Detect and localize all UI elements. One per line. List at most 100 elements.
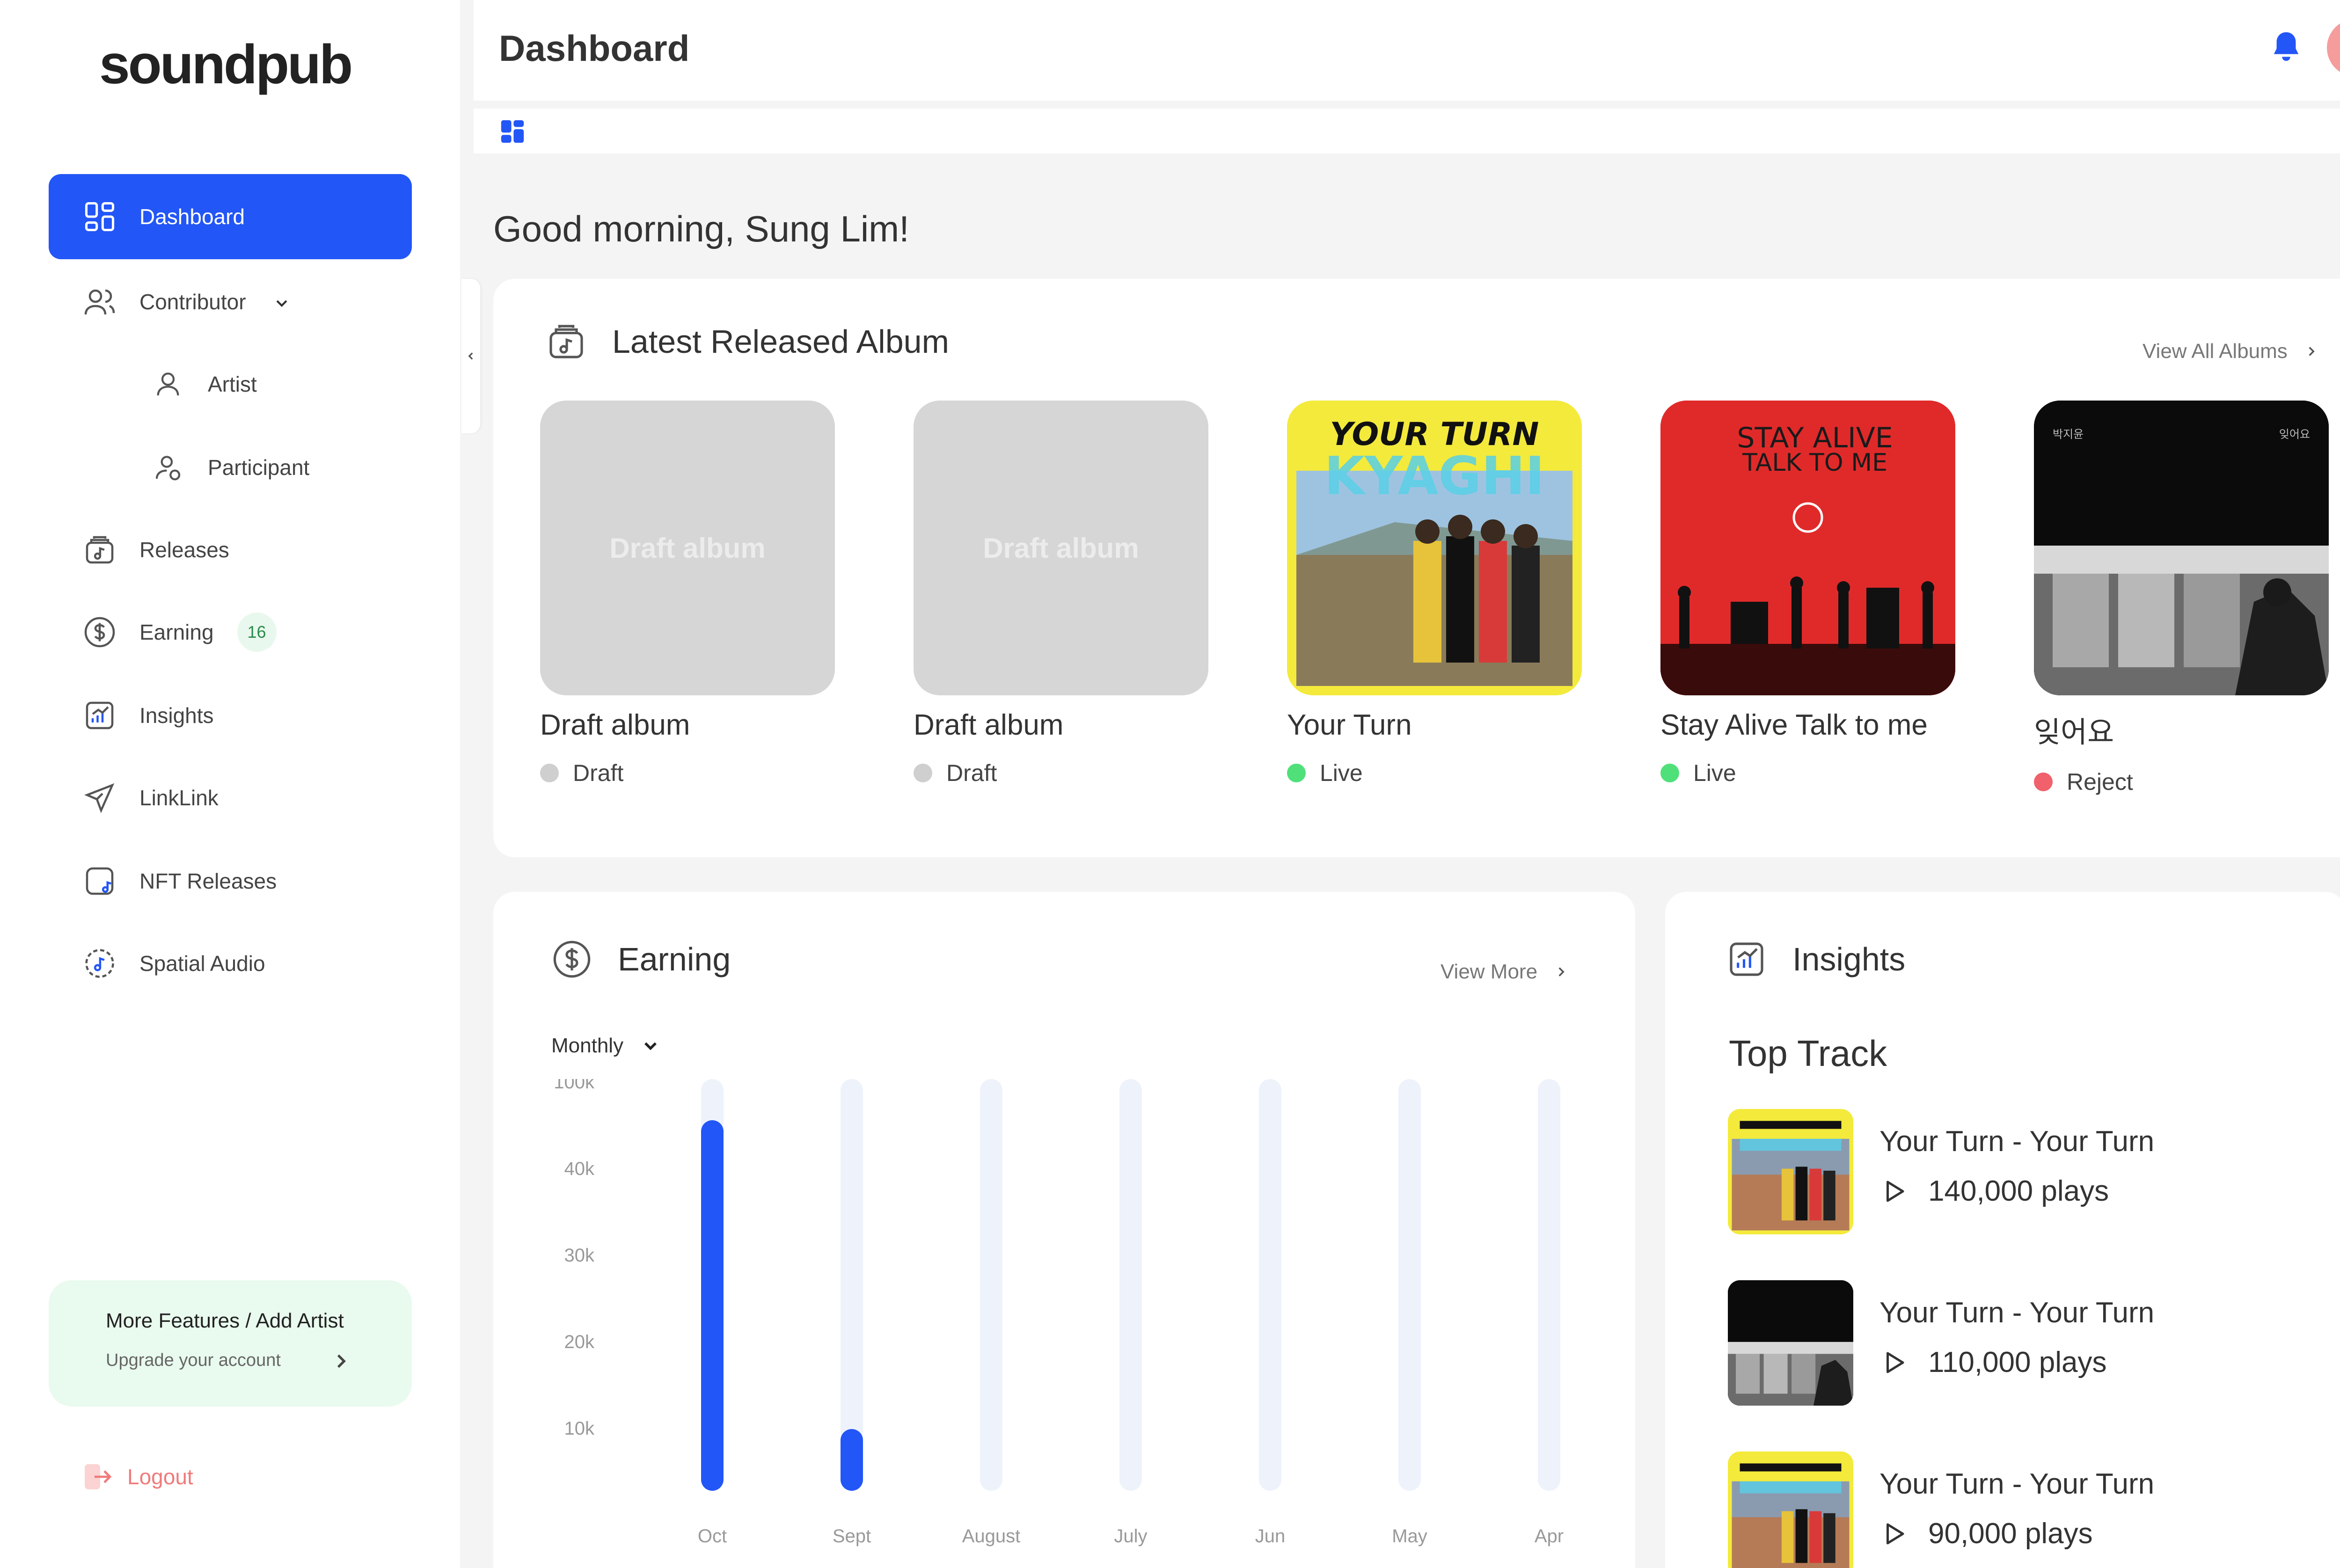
card-title: Latest Released Album xyxy=(612,323,949,360)
top-header: Dashboard SL xyxy=(474,0,2340,101)
album-status: Draft xyxy=(914,759,1208,787)
logout-label: Logout xyxy=(127,1465,193,1489)
view-all-label: View All Albums xyxy=(2143,340,2288,363)
plays-count: 140,000 plays xyxy=(1928,1175,2109,1207)
album-cover[interactable]: 박지윤 잊어요 xyxy=(2034,401,2329,695)
y-tick-label: 40k xyxy=(564,1159,595,1179)
chevron-down-icon[interactable] xyxy=(272,292,291,311)
participant-icon xyxy=(147,446,189,489)
sidebar-item-participant[interactable]: Participant xyxy=(49,425,412,510)
sidebar-item-linklink[interactable]: LinkLink xyxy=(49,755,412,840)
track-name: Your Turn - Your Turn xyxy=(1879,1125,2155,1158)
album-item[interactable]: STAY ALIVE TALK TO ME Stay Alive Talk to… xyxy=(1660,401,1955,787)
album-name: Stay Alive Talk to me xyxy=(1660,709,1928,741)
sidebar-item-label: Releases xyxy=(139,538,229,562)
card-header: Earning xyxy=(551,939,731,980)
bar[interactable] xyxy=(701,1120,724,1491)
status-dot xyxy=(2034,773,2053,791)
track-cover[interactable] xyxy=(1728,1109,1853,1234)
status-dot xyxy=(1660,764,1679,782)
track-cover[interactable] xyxy=(1728,1280,1853,1406)
chevron-left-icon xyxy=(468,352,473,360)
dashboard-icon xyxy=(79,196,121,238)
top-track-item[interactable]: Your Turn - Your Turn 140,000 plays xyxy=(1728,1109,2336,1235)
status-dot xyxy=(1287,764,1306,782)
cover-line2-text: TALK TO ME xyxy=(1742,449,1887,477)
top-track-heading: Top Track xyxy=(1729,1033,1887,1074)
spatial-audio-icon xyxy=(79,942,121,985)
card-title: Insights xyxy=(1792,941,1906,977)
sidebar-item-spatial-audio[interactable]: Spatial Audio xyxy=(49,921,412,1006)
earning-card: Earning View More Monthly 100k 40k 30k 20k 1… xyxy=(493,892,1635,1568)
sidebar-item-label: Artist xyxy=(208,372,257,396)
album-status: Reject xyxy=(2034,768,2329,795)
chevron-down-icon xyxy=(644,1042,657,1050)
y-tick-label: 20k xyxy=(564,1332,595,1352)
cover-artist-text: KYAGHI xyxy=(1324,446,1544,507)
chevron-right-icon xyxy=(1558,967,1565,977)
bar-track xyxy=(1398,1079,1421,1491)
status-label: Draft xyxy=(946,760,997,786)
insights-icon xyxy=(1726,939,1767,980)
sidebar: soundpub Dashboard Contributor Artist Pa… xyxy=(0,0,460,1568)
x-tick-label: Oct xyxy=(698,1526,727,1546)
album-icon xyxy=(546,321,587,362)
sidebar-item-nft-releases[interactable]: NFT Releases xyxy=(49,839,412,924)
album-item[interactable]: Draft album Draft album Draft xyxy=(540,401,835,787)
period-select[interactable]: Monthly xyxy=(551,1034,661,1057)
sidebar-item-insights[interactable]: Insights xyxy=(49,673,412,758)
card-header: Latest Released Album xyxy=(546,321,949,362)
x-tick-label: Apr xyxy=(1535,1526,1564,1546)
chevron-right-icon[interactable] xyxy=(329,1349,353,1373)
status-dot xyxy=(540,764,559,782)
track-plays: 90,000 plays xyxy=(1879,1517,2093,1550)
top-track-item[interactable]: Your Turn - Your Turn 110,000 plays xyxy=(1728,1280,2336,1407)
earning-chart: 100k 40k 30k 20k 10k Oct Sept August July Jun May A… xyxy=(554,1079,1564,1546)
app-logo[interactable]: soundpub xyxy=(99,33,353,96)
album-art-your-turn: YOUR TURN KYAGHI xyxy=(1296,416,1572,686)
notification-bell-icon[interactable] xyxy=(2270,29,2303,66)
track-plays: 140,000 plays xyxy=(1879,1174,2109,1208)
bar[interactable] xyxy=(841,1429,863,1491)
album-art-bw: 박지윤 잊어요 xyxy=(2034,401,2329,695)
sidebar-item-label: Insights xyxy=(139,703,214,728)
sidebar-item-label: LinkLink xyxy=(139,786,219,810)
user-avatar[interactable]: SL xyxy=(2327,19,2340,77)
view-more-label: View More xyxy=(1441,960,1538,983)
sidebar-item-releases[interactable]: Releases xyxy=(49,507,412,592)
album-cover[interactable]: YOUR TURN KYAGHI xyxy=(1287,401,1582,695)
album-status: Draft xyxy=(540,759,835,787)
view-all-albums-link[interactable]: View All Albums xyxy=(2143,340,2319,363)
plays-count: 90,000 plays xyxy=(1928,1517,2093,1550)
sidebar-collapse-button[interactable] xyxy=(461,279,480,433)
sidebar-item-contributor[interactable]: Contributor xyxy=(49,259,412,344)
album-item[interactable]: Draft album Draft album Draft xyxy=(914,401,1208,787)
nft-icon xyxy=(79,860,121,902)
upgrade-card[interactable]: More Features / Add Artist Upgrade your … xyxy=(49,1280,412,1407)
bar-track xyxy=(1259,1079,1281,1491)
album-item[interactable]: YOUR TURN KYAGHI Your Turn Live xyxy=(1287,401,1582,787)
sidebar-item-artist[interactable]: Artist xyxy=(49,342,412,427)
track-name: Your Turn - Your Turn xyxy=(1879,1297,2155,1329)
album-cover[interactable]: Draft album xyxy=(540,401,835,695)
grid-view-icon[interactable] xyxy=(499,118,526,145)
sidebar-item-earning[interactable]: Earning 16 xyxy=(49,590,412,675)
status-dot xyxy=(914,764,932,782)
album-cover[interactable]: Draft album xyxy=(914,401,1208,695)
page-title: Dashboard xyxy=(499,28,690,69)
logout-button[interactable]: Logout xyxy=(80,1460,193,1494)
album-status: Live xyxy=(1660,759,1955,787)
status-label: Live xyxy=(1320,760,1363,786)
sidebar-item-label: Participant xyxy=(208,455,310,480)
greeting: Good morning, Sung Lim! xyxy=(493,208,909,249)
track-cover[interactable] xyxy=(1728,1451,1853,1568)
album-item[interactable]: 박지윤 잊어요 잊어요 Reject xyxy=(2034,401,2329,795)
sidebar-item-dashboard[interactable]: Dashboard xyxy=(49,174,412,259)
album-cover[interactable]: STAY ALIVE TALK TO ME xyxy=(1660,401,1955,695)
upgrade-subtitle[interactable]: Upgrade your account xyxy=(106,1350,281,1371)
contributors-icon xyxy=(79,281,121,323)
sidebar-item-label: NFT Releases xyxy=(139,869,277,893)
top-track-item[interactable]: Your Turn - Your Turn 90,000 plays xyxy=(1728,1451,2336,1568)
status-label: Reject xyxy=(2067,769,2133,795)
view-more-link[interactable]: View More xyxy=(1441,960,1569,984)
